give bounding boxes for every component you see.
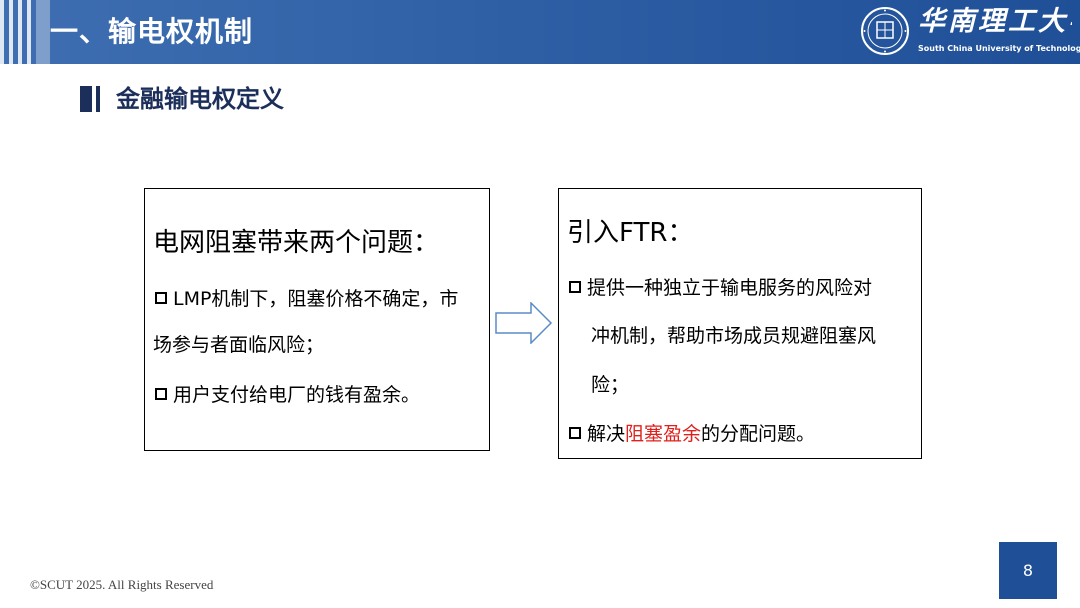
problem-item-1: LMP机制下，阻塞价格不确定，市 [155, 286, 458, 312]
copyright-notice: ©SCUT 2025. All Rights Reserved [30, 577, 214, 592]
checkbox-bullet-icon [569, 280, 581, 293]
solution-item-2: 解决阻塞盈余的分配问题。 [569, 421, 815, 447]
solution-item-1-continued-b: 险； [591, 374, 630, 396]
highlighted-term: 阻塞盈余 [625, 423, 702, 445]
problem-box: 电网阻塞带来两个问题： LMP机制下，阻塞价格不确定，市 场参与者面临风险； 用… [144, 188, 490, 451]
checkbox-bullet-icon [569, 426, 581, 439]
checkbox-bullet-icon [155, 291, 167, 304]
section-title: 金融输电权定义 [116, 85, 284, 113]
problem-item-2: 用户支付给电厂的钱有盈余。 [155, 382, 420, 408]
solution-item-1: 提供一种独立于输电服务的风险对 [569, 275, 872, 301]
solution-box-title: 引入FTR： [567, 218, 694, 248]
university-seal-icon [861, 7, 909, 55]
university-name-chinese: 华南理工大学 [918, 6, 1072, 37]
section-marker-icon [80, 86, 102, 112]
right-arrow-icon [495, 302, 553, 344]
page-number: 8 [999, 542, 1057, 599]
header-stripes-decoration [0, 0, 50, 64]
university-name-english: South China University of Technology [918, 44, 1080, 53]
solution-box: 引入FTR： 提供一种独立于输电服务的风险对 冲机制，帮助市场成员规避阻塞风 险… [558, 188, 922, 459]
header-bar: 一、输电权机制 华南理工大学 South China University of… [0, 0, 1080, 64]
solution-item-1-continued-a: 冲机制，帮助市场成员规避阻塞风 [591, 325, 877, 347]
problem-box-title: 电网阻塞带来两个问题： [153, 228, 440, 258]
university-logo: 华南理工大学 South China University of Technol… [860, 4, 1080, 60]
slide-title: 一、输电权机制 [50, 15, 254, 48]
checkbox-bullet-icon [155, 387, 167, 400]
problem-item-1-continued: 场参与者面临风险； [153, 334, 325, 356]
